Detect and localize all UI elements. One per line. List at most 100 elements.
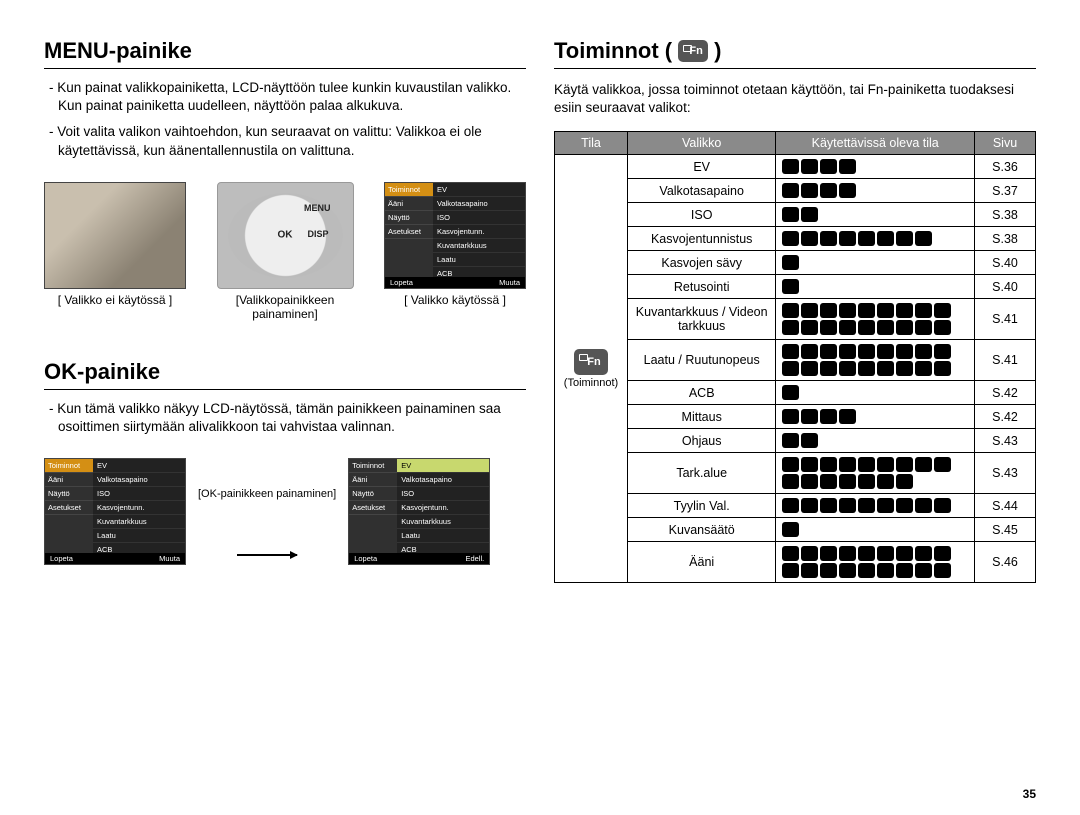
table-row: KuvansäätöS.45 bbox=[555, 518, 1036, 542]
mode-icon bbox=[877, 498, 894, 513]
sivu-cell: S.43 bbox=[975, 453, 1036, 494]
mode-icon bbox=[839, 498, 856, 513]
mode-icon bbox=[896, 546, 913, 561]
mode-icon bbox=[858, 457, 875, 472]
modes-cell bbox=[776, 251, 975, 275]
valikko-cell: Kuvantarkkuus / Videon tarkkuus bbox=[628, 299, 776, 340]
mode-icon bbox=[896, 474, 913, 489]
mode-icon bbox=[877, 474, 894, 489]
mode-icon bbox=[877, 546, 894, 561]
mode-icon bbox=[782, 563, 799, 578]
mode-icon bbox=[801, 344, 818, 359]
mode-icon bbox=[820, 361, 837, 376]
mode-icon bbox=[801, 183, 818, 198]
sivu-cell: S.37 bbox=[975, 179, 1036, 203]
valikko-cell: Kasvojen sävy bbox=[628, 251, 776, 275]
table-row: Tark.alue S.43 bbox=[555, 453, 1036, 494]
camera-dial: MENU DISP OK bbox=[217, 182, 354, 289]
table-row: Laatu / RuutunopeusS.41 bbox=[555, 340, 1036, 381]
mode-icon bbox=[896, 361, 913, 376]
mode-icon bbox=[782, 344, 799, 359]
mode-icon bbox=[877, 344, 894, 359]
valikko-cell: EV bbox=[628, 155, 776, 179]
sivu-cell: S.41 bbox=[975, 299, 1036, 340]
dial-caption: [Valikkopainikkeen painaminen] bbox=[206, 293, 364, 321]
mode-icon bbox=[915, 563, 932, 578]
mode-icon bbox=[858, 474, 875, 489]
modes-cell bbox=[776, 518, 975, 542]
mode-icon bbox=[915, 303, 932, 318]
mode-icon bbox=[801, 433, 818, 448]
mode-icon bbox=[820, 498, 837, 513]
mode-icon bbox=[934, 303, 951, 318]
table-row: ValkotasapainoS.37 bbox=[555, 179, 1036, 203]
modes-cell bbox=[776, 155, 975, 179]
mode-icon bbox=[896, 563, 913, 578]
mode-icon bbox=[858, 231, 875, 246]
modes-cell bbox=[776, 494, 975, 518]
toiminnot-intro: Käytä valikkoa, jossa toiminnot otetaan … bbox=[554, 81, 1036, 117]
fn-icon: Fn bbox=[678, 40, 708, 62]
table-row: RetusointiS.40 bbox=[555, 275, 1036, 299]
mode-icon bbox=[839, 320, 856, 335]
mode-icon bbox=[820, 320, 837, 335]
valikko-cell: Tark.alue bbox=[628, 453, 776, 494]
menu-heading: MENU-painike bbox=[44, 38, 526, 69]
mode-icon bbox=[820, 303, 837, 318]
page-number: 35 bbox=[1023, 787, 1036, 801]
sivu-cell: S.38 bbox=[975, 227, 1036, 251]
mode-icon bbox=[839, 409, 856, 424]
valikko-cell: ACB bbox=[628, 381, 776, 405]
mode-icon bbox=[858, 344, 875, 359]
mode-icon bbox=[801, 563, 818, 578]
mode-icon bbox=[782, 433, 799, 448]
table-row: ACBS.42 bbox=[555, 381, 1036, 405]
mode-icon bbox=[820, 159, 837, 174]
mode-icon bbox=[877, 303, 894, 318]
ok-lcd-after: Toiminnot Ääni Näyttö Asetukset EV Valko… bbox=[348, 458, 490, 565]
modes-cell bbox=[776, 340, 975, 381]
mode-icon bbox=[915, 498, 932, 513]
mode-icon bbox=[839, 474, 856, 489]
mode-icon bbox=[801, 207, 818, 222]
mode-icon bbox=[801, 159, 818, 174]
modes-cell bbox=[776, 542, 975, 583]
mode-icon bbox=[782, 385, 799, 400]
mode-icon bbox=[820, 474, 837, 489]
mode-icon bbox=[820, 183, 837, 198]
mode-icon bbox=[877, 563, 894, 578]
modes-cell bbox=[776, 203, 975, 227]
mode-icon bbox=[858, 361, 875, 376]
mode-icon bbox=[896, 457, 913, 472]
mode-icon bbox=[896, 303, 913, 318]
mode-icon bbox=[801, 474, 818, 489]
mode-icon bbox=[839, 303, 856, 318]
mode-icon bbox=[858, 303, 875, 318]
modes-cell bbox=[776, 405, 975, 429]
ok-heading: OK-painike bbox=[44, 359, 526, 390]
modes-cell bbox=[776, 429, 975, 453]
tila-cell: Fn(Toiminnot) bbox=[555, 155, 628, 583]
mode-icon bbox=[915, 546, 932, 561]
mode-icon bbox=[782, 183, 799, 198]
mode-icon bbox=[782, 546, 799, 561]
modes-cell bbox=[776, 381, 975, 405]
mode-icon bbox=[801, 231, 818, 246]
mode-icon bbox=[820, 563, 837, 578]
sivu-cell: S.40 bbox=[975, 251, 1036, 275]
valikko-cell: Kuvansäätö bbox=[628, 518, 776, 542]
valikko-cell: Ääni bbox=[628, 542, 776, 583]
table-row: ISOS.38 bbox=[555, 203, 1036, 227]
ok-menu-sidebar-1: Toiminnot Ääni Näyttö Asetukset bbox=[45, 459, 93, 564]
mode-icon bbox=[915, 361, 932, 376]
mode-icon bbox=[820, 457, 837, 472]
ok-menu-list-1: EV Valkotasapaino ISO Kasvojentunn. Kuva… bbox=[93, 459, 185, 564]
ok-menu-sidebar-2: Toiminnot Ääni Näyttö Asetukset bbox=[349, 459, 397, 564]
ok-menu-list-2: EV Valkotasapaino ISO Kasvojentunn. Kuva… bbox=[397, 459, 489, 564]
mode-icon bbox=[839, 344, 856, 359]
modes-cell bbox=[776, 179, 975, 203]
mode-icon bbox=[820, 546, 837, 561]
mode-icon bbox=[934, 546, 951, 561]
lcd-no-menu bbox=[44, 182, 186, 289]
mode-icon bbox=[934, 498, 951, 513]
